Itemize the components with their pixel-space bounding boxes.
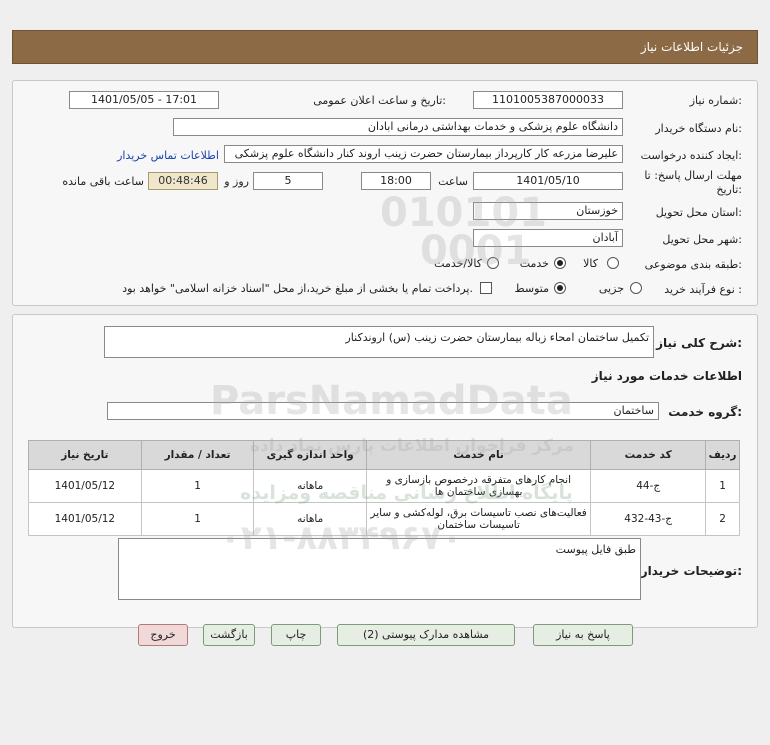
cell-code: ج-44 (590, 469, 707, 503)
process-minor-label: جزیی (598, 282, 624, 295)
city-label: شهر محل تحویل: (662, 233, 742, 246)
deadline-date-label: تاریخ: (716, 183, 742, 196)
back-button[interactable]: بازگشت (203, 624, 255, 646)
deadline-date-field[interactable]: 1401/05/10 (473, 172, 623, 190)
treasury-payment-checkbox[interactable] (480, 282, 492, 294)
buyer-org-label: نام دستگاه خریدار: (655, 122, 742, 135)
remaining-time: 00:48:46 (148, 172, 218, 190)
cell-name: انجام کارهای متفرقه درخصوص بازسازی و بهس… (366, 469, 592, 503)
days-field[interactable]: 5 (253, 172, 323, 190)
view-attachments-button[interactable]: مشاهده مدارک پیوستی (2) (337, 624, 515, 646)
col-date: تاریخ نیاز (28, 440, 142, 470)
exit-button[interactable]: خروج (138, 624, 188, 646)
need-number-label: شماره نیاز: (689, 94, 742, 107)
cell-date: 1401/05/12 (28, 469, 142, 503)
category-service-label: خدمت (519, 257, 549, 270)
buyer-org-field[interactable]: دانشگاه علوم پزشکی و خدمات بهداشتی درمان… (173, 118, 623, 136)
col-unit: واحد اندازه گیری (253, 440, 368, 470)
province-field[interactable]: خوزستان (473, 202, 623, 220)
creator-label: ایجاد کننده درخواست: (640, 149, 742, 162)
cell-date: 1401/05/12 (28, 502, 142, 536)
cell-row: 2 (705, 502, 740, 536)
deadline-label: مهلت ارسال پاسخ: تا (644, 169, 742, 182)
category-goods-label: کالا (583, 257, 598, 270)
category-goods-service-label: کالا/خدمت (434, 257, 482, 270)
need-number-field[interactable]: 1101005387000033 (473, 91, 623, 109)
service-group-field[interactable]: ساختمان (107, 402, 659, 420)
category-goods-service-radio[interactable] (487, 257, 499, 269)
services-table: ردیف کد خدمت نام خدمت واحد اندازه گیری ت… (28, 440, 740, 536)
cell-name: فعالیت‌های نصب تاسیسات برق، لوله‌کشی و س… (366, 502, 592, 536)
col-row: ردیف (705, 440, 740, 470)
col-code: کد خدمت (590, 440, 707, 470)
city-field[interactable]: آبادان (473, 229, 623, 247)
cell-qty: 1 (140, 469, 255, 503)
buyer-notes-label: توضیحات خریدار: (640, 564, 742, 578)
summary-field[interactable]: تکمیل ساختمان امحاء زباله بیمارستان حضرت… (104, 326, 654, 358)
service-group-label: گروه خدمت: (668, 405, 742, 419)
table-header-row: ردیف کد خدمت نام خدمت واحد اندازه گیری ت… (28, 440, 740, 470)
buyer-contact-link[interactable]: اطلاعات تماس خریدار (117, 149, 219, 162)
col-name: نام خدمت (366, 440, 592, 470)
page-header: جزئیات اطلاعات نیاز (12, 30, 758, 64)
category-goods-radio[interactable] (607, 257, 619, 269)
announce-datetime-field[interactable]: 1401/05/05 - 17:01 (69, 91, 219, 109)
days-label: روز و (224, 175, 249, 188)
table-row: 1 ج-44 انجام کارهای متفرقه درخصوص بازساز… (28, 469, 740, 503)
deadline-time-field[interactable]: 18:00 (361, 172, 431, 190)
process-medium-radio[interactable] (554, 282, 566, 294)
table-row: 2 ج-43-432 فعالیت‌های نصب تاسیسات برق، ل… (28, 502, 740, 536)
buyer-notes-field[interactable]: طبق فایل پیوست (118, 538, 641, 600)
creator-field[interactable]: علیرضا مزرعه کار کارپرداز بیمارستان حضرت… (224, 145, 623, 163)
reply-button[interactable]: پاسخ به نیاز (533, 624, 633, 646)
page-title: جزئیات اطلاعات نیاز (640, 40, 743, 54)
category-label: طبقه بندی موضوعی: (644, 258, 742, 271)
cell-unit: ماهانه (253, 469, 368, 503)
process-type-label: نوع فرآیند خرید : (664, 283, 742, 296)
category-service-radio[interactable] (554, 257, 566, 269)
need-info-panel (12, 80, 758, 306)
announce-datetime-label: تاریخ و ساعت اعلان عمومی: (313, 94, 446, 107)
process-medium-label: متوسط (514, 282, 549, 295)
process-minor-radio[interactable] (630, 282, 642, 294)
province-label: استان محل تحویل: (655, 206, 742, 219)
deadline-time-label: ساعت (438, 175, 468, 188)
summary-label: شرح کلی نیاز: (656, 336, 742, 350)
cell-unit: ماهانه (253, 502, 368, 536)
remaining-time-label: ساعت باقی مانده (62, 175, 144, 188)
cell-code: ج-43-432 (590, 502, 707, 536)
services-title: اطلاعات خدمات مورد نیاز (591, 369, 742, 383)
col-qty: تعداد / مقدار (140, 440, 255, 470)
cell-qty: 1 (140, 502, 255, 536)
print-button[interactable]: چاپ (271, 624, 321, 646)
treasury-payment-note: پرداخت تمام یا بخشی از مبلغ خرید،از محل … (122, 282, 473, 295)
cell-row: 1 (705, 469, 740, 503)
